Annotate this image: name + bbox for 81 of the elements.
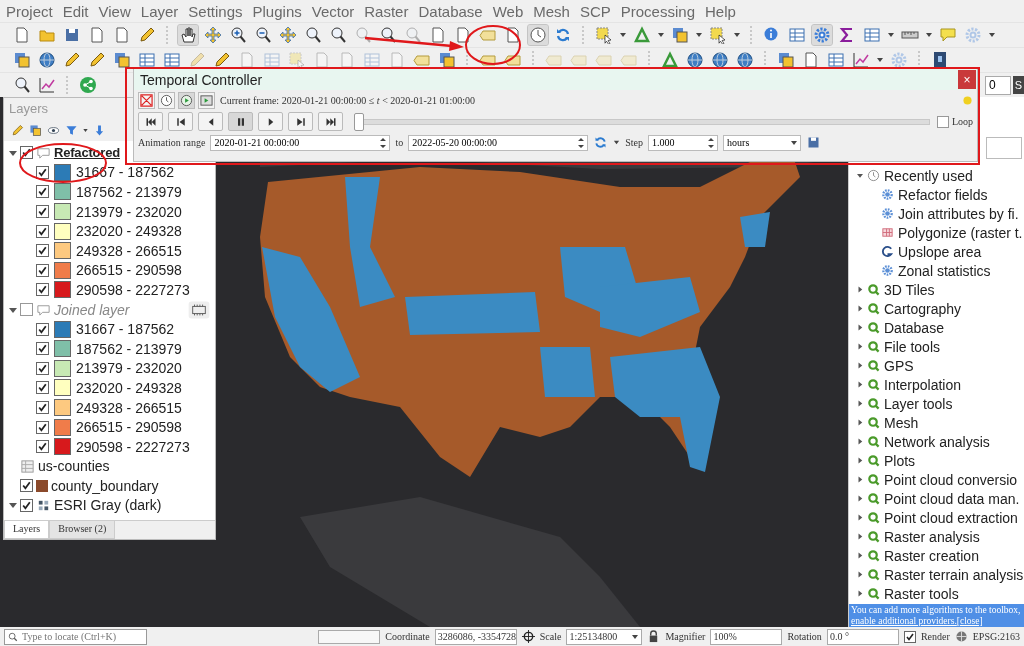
menu-item[interactable]: Help bbox=[700, 2, 741, 20]
legend-label: 187562 - 213979 bbox=[76, 340, 182, 357]
layer-name[interactable]: us-counties bbox=[38, 458, 110, 475]
unit-dropdown[interactable]: hours bbox=[723, 134, 802, 151]
spin-box[interactable]: 0 bbox=[985, 75, 1011, 95]
legend-label: 187562 - 213979 bbox=[76, 184, 182, 200]
tree-item[interactable]: Database bbox=[884, 319, 944, 336]
step-label: Step bbox=[625, 137, 644, 148]
tree-item[interactable]: Point cloud extraction bbox=[884, 509, 1018, 526]
tree-item[interactable]: Plots bbox=[884, 452, 916, 469]
tree-item[interactable]: Raster analysis bbox=[884, 528, 980, 545]
tree-item[interactable]: Zonal statistics bbox=[898, 262, 991, 279]
tree-item[interactable]: Point cloud data man. bbox=[884, 490, 1020, 507]
scale-label: Scale bbox=[539, 631, 562, 642]
menu-item[interactable]: Edit bbox=[57, 2, 94, 20]
legend-label: 249328 - 266515 bbox=[76, 399, 182, 416]
to-label: to bbox=[395, 137, 404, 148]
legend-label: 290598 - 2227273 bbox=[76, 281, 190, 298]
legend-label: 213979 - 232020 bbox=[76, 203, 182, 220]
tree-item[interactable]: Polygonize (raster t. bbox=[898, 224, 1023, 241]
tree-item[interactable]: Raster creation bbox=[884, 547, 979, 564]
tree-item[interactable]: Join attributes by fi. bbox=[898, 205, 1019, 222]
legend-label: 232020 - 249328 bbox=[76, 223, 182, 240]
render-label: Render bbox=[920, 631, 950, 642]
tree-item[interactable]: Raster tools bbox=[884, 585, 959, 602]
legend-label: 249328 - 266515 bbox=[76, 242, 182, 259]
tree-item[interactable]: File tools bbox=[884, 338, 941, 355]
menu-item[interactable]: Database bbox=[413, 2, 488, 20]
layer-name[interactable]: county_boundary bbox=[51, 477, 159, 494]
tree-item[interactable]: Mesh bbox=[884, 414, 919, 431]
layer-name[interactable]: Joined layer bbox=[54, 301, 130, 318]
tree-item[interactable]: Refactor fields bbox=[898, 186, 988, 203]
end-date-field[interactable]: 2022-05-20 00:00:00 bbox=[408, 134, 589, 151]
coordinate-label: Coordinate bbox=[385, 631, 430, 642]
crs-label[interactable]: EPSG:2163 bbox=[972, 631, 1020, 642]
scale-dropdown[interactable]: 1:25134800 bbox=[566, 628, 643, 645]
menu-item[interactable]: Mesh bbox=[528, 2, 575, 20]
rotation-spinbox[interactable]: 0.0 ° bbox=[826, 628, 899, 645]
tree-item[interactable]: Point cloud conversio bbox=[884, 471, 1018, 488]
tree-item[interactable]: 3D Tiles bbox=[884, 281, 935, 298]
menu-item[interactable]: Layer bbox=[135, 2, 184, 20]
tree-item[interactable]: Cartography bbox=[884, 300, 962, 317]
panel-tab[interactable]: Layers bbox=[4, 521, 50, 539]
tree-item[interactable]: Network analysis bbox=[884, 433, 990, 450]
tree-item[interactable]: Interpolation bbox=[884, 376, 962, 393]
tree-item[interactable]: Layer tools bbox=[884, 395, 953, 412]
menu-item[interactable]: View bbox=[93, 2, 136, 20]
current-frame-text: Current frame: 2020-01-21 00:00:00 ≤ t < 2020-01-21 01:00:00 bbox=[220, 95, 475, 106]
menu-item[interactable]: Web bbox=[487, 2, 529, 20]
menu-item[interactable]: Settings bbox=[183, 2, 248, 20]
locate-field[interactable]: Type to locate (Ctrl+K) bbox=[4, 628, 147, 645]
coordinate-field[interactable]: 3286086, -3354728 bbox=[434, 628, 517, 645]
toolbar-button[interactable]: S bbox=[1013, 76, 1024, 94]
tree-item[interactable]: Upslope area bbox=[898, 243, 982, 260]
tree-item[interactable]: GPS bbox=[884, 357, 914, 374]
menu-item[interactable]: Raster bbox=[359, 2, 414, 20]
panel-tab[interactable]: Browser (2) bbox=[49, 521, 116, 539]
start-date-field[interactable]: 2020-01-21 00:00:00 bbox=[210, 134, 391, 151]
legend-label: 290598 - 2227273 bbox=[76, 438, 190, 455]
loop-label: Loop bbox=[951, 116, 973, 127]
tree-item[interactable]: Recently used bbox=[884, 167, 973, 184]
close-button[interactable]: × bbox=[958, 70, 976, 89]
menu-item[interactable]: SCP bbox=[574, 2, 616, 20]
layer-name[interactable]: ESRI Gray (dark) bbox=[54, 497, 162, 514]
legend-label: 266515 - 290598 bbox=[76, 262, 182, 279]
menu-item[interactable]: Project bbox=[1, 2, 58, 20]
step-spinbox[interactable]: 1.000 bbox=[648, 134, 719, 151]
menu-item[interactable]: Plugins bbox=[247, 2, 307, 20]
tree-item[interactable]: Raster terrain analysis bbox=[884, 566, 1024, 583]
panel-title: Temporal Controller bbox=[140, 71, 263, 88]
legend-label: 266515 - 290598 bbox=[76, 419, 182, 436]
magnifier-spinbox[interactable]: 100% bbox=[710, 628, 783, 645]
menu-item[interactable]: Vector bbox=[306, 2, 360, 20]
menu-item[interactable]: Processing bbox=[615, 2, 700, 20]
legend-label: 31667 - 187562 bbox=[76, 321, 175, 338]
magnifier-label: Magnifier bbox=[665, 631, 706, 642]
legend-label: 213979 - 232020 bbox=[76, 360, 182, 377]
info-text: You can add more algorithms to the toolbox, enable additional providers.[close] bbox=[851, 605, 1022, 626]
range-label: Animation range bbox=[138, 137, 206, 148]
legend-label: 232020 - 249328 bbox=[76, 379, 182, 396]
rotation-label: Rotation bbox=[787, 631, 822, 642]
